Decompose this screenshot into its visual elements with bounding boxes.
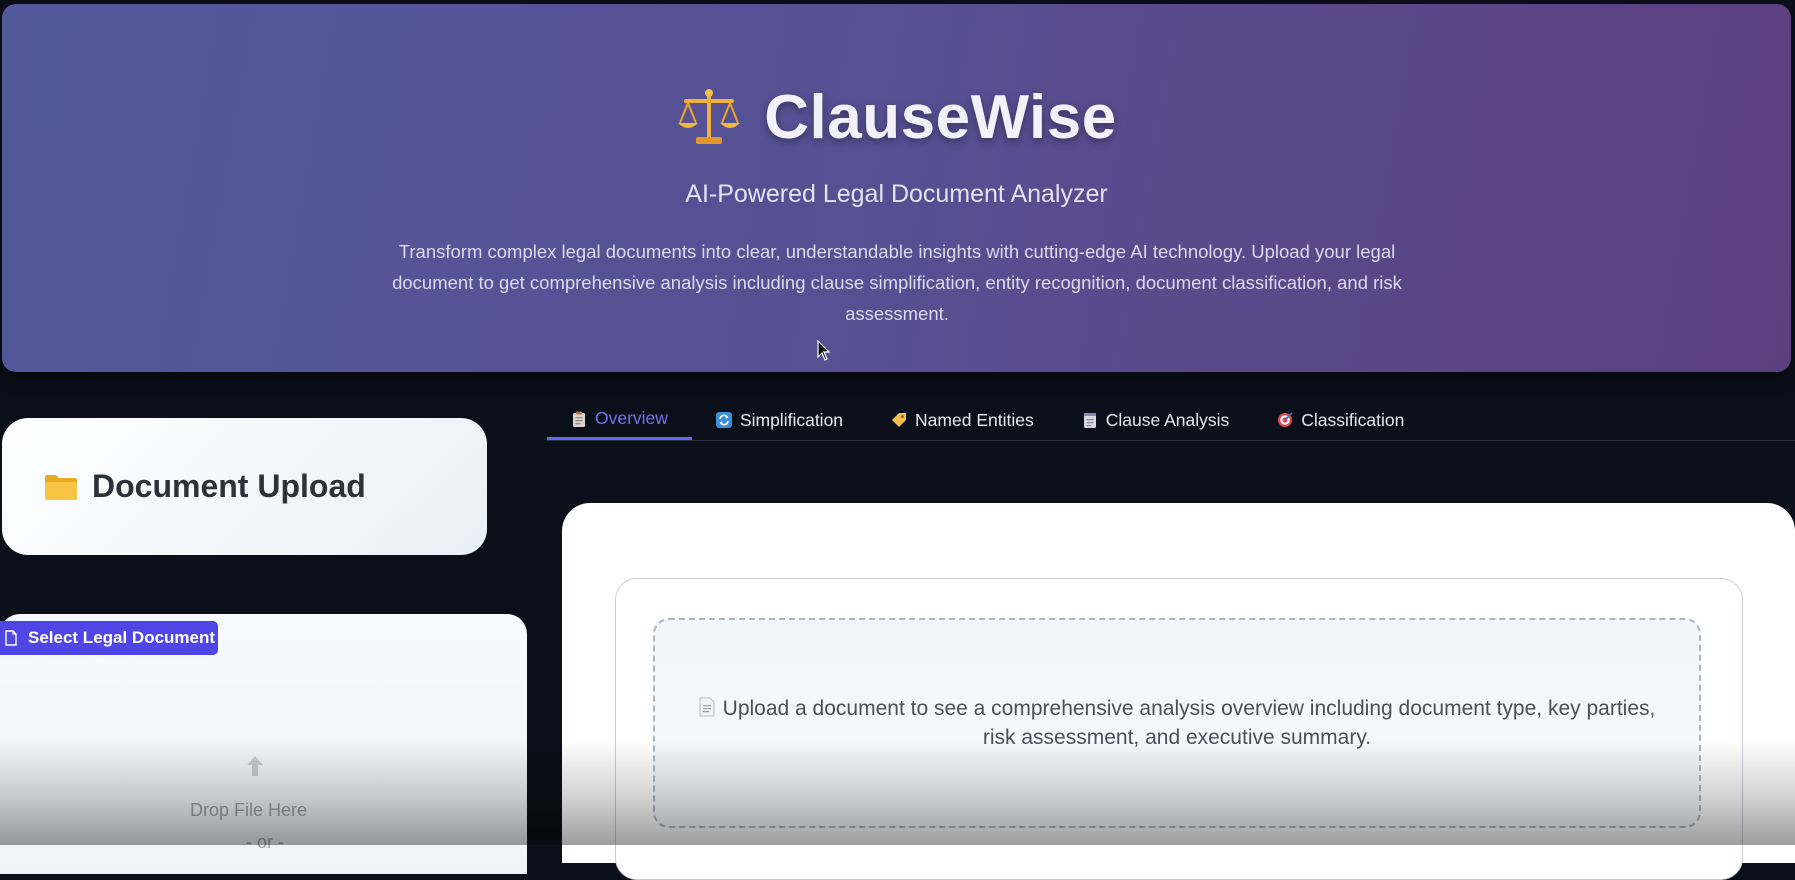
balance-scale-icon <box>678 88 741 144</box>
notepad-icon <box>1083 413 1096 428</box>
clipboard-icon <box>573 411 585 427</box>
tab-named-entities-label: Named Entities <box>915 409 1034 430</box>
select-legal-document-button[interactable]: Select Legal Document <box>0 621 218 655</box>
tag-icon <box>892 413 907 427</box>
tab-simplification[interactable]: Simplification <box>692 400 867 440</box>
hero-header: ClauseWise AI-Powered Legal Document Ana… <box>2 4 1791 372</box>
select-legal-document-label: Select Legal Document <box>28 628 216 647</box>
tab-named-entities[interactable]: Named Entities <box>867 400 1058 440</box>
upload-arrow-icon <box>247 756 263 776</box>
tab-overview[interactable]: Overview <box>547 400 692 440</box>
refresh-icon <box>715 412 732 428</box>
drop-file-text: Drop File Here <box>190 800 308 820</box>
overview-placeholder: Upload a document to see a comprehensive… <box>653 618 1701 828</box>
tab-simplification-label: Simplification <box>739 409 844 430</box>
tab-classification[interactable]: Classification <box>1253 400 1428 440</box>
tab-classification-label: Classification <box>1301 409 1405 430</box>
app-title-row: ClauseWise <box>2 82 1791 153</box>
document-icon <box>699 697 715 717</box>
app-subtitle: AI-Powered Legal Document Analyzer <box>685 180 1108 208</box>
folder-icon <box>45 474 77 500</box>
app-description: Transform complex legal documents into c… <box>392 241 1402 324</box>
overview-placeholder-message: Upload a document to see a comprehensive… <box>687 694 1667 752</box>
mouse-cursor-icon <box>817 340 831 361</box>
drop-or-text: - or - <box>246 832 284 852</box>
tab-clause-analysis[interactable]: Clause Analysis <box>1058 400 1254 440</box>
tab-overview-label: Overview <box>595 408 668 428</box>
app-title: ClauseWise <box>764 83 1117 152</box>
document-upload-title: Document Upload <box>92 468 366 504</box>
document-upload-heading: Document Upload <box>44 418 366 555</box>
document-upload-card: Document Upload <box>2 418 487 555</box>
tab-clause-analysis-label: Clause Analysis <box>1105 409 1230 430</box>
file-icon <box>5 630 17 646</box>
overview-placeholder-text: Upload a document to see a comprehensive… <box>722 697 1656 749</box>
analysis-tabs: Overview Simplification Named Entities C… <box>547 400 1795 441</box>
target-icon <box>1278 412 1293 427</box>
